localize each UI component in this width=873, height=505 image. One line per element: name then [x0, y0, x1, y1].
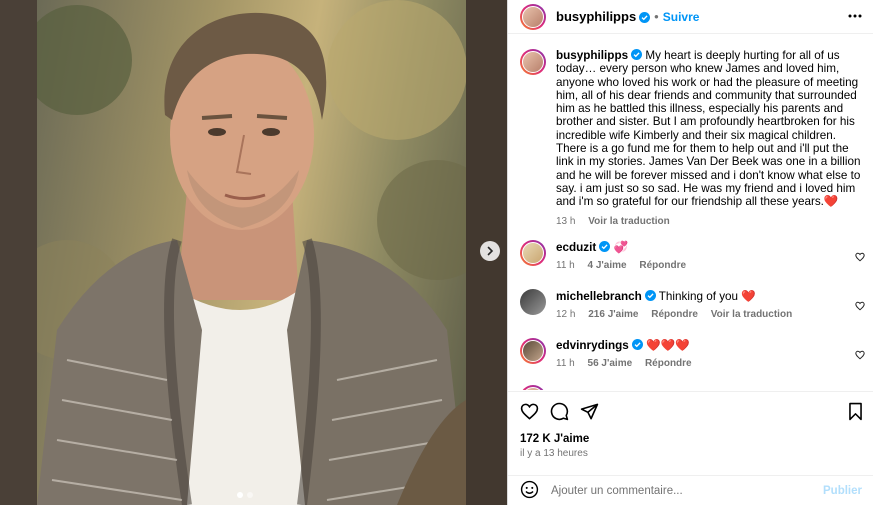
post-side-panel: busyphilipps • Suivre busyphilipps My he…: [507, 0, 873, 505]
post-timestamp: il y a 13 heures: [520, 448, 588, 459]
chevron-right-icon: [485, 244, 495, 259]
carousel-dot-active: [237, 492, 243, 498]
comments-scroll-area[interactable]: busyphilipps My heart is deeply hurting …: [508, 35, 873, 390]
comment-bubble-icon[interactable]: [550, 402, 569, 424]
comment-age: 11 h: [556, 260, 575, 271]
share-send-icon[interactable]: [580, 402, 599, 424]
comment-text: ❤️❤️❤️: [646, 339, 690, 352]
post-media: [0, 0, 507, 505]
reply-button[interactable]: Répondre: [651, 309, 698, 320]
verified-badge-icon: [631, 49, 643, 60]
carousel-next-button[interactable]: [480, 241, 500, 261]
commenter-avatar[interactable]: [520, 338, 546, 364]
caption-author-avatar[interactable]: [520, 49, 546, 75]
comment-age: 12 h: [556, 309, 576, 320]
carousel-indicator: [237, 492, 253, 498]
post-actions: 172 K J'aime il y a 13 heures Publier: [508, 391, 873, 505]
comment-translate-button[interactable]: Voir la traduction: [711, 309, 793, 320]
caption-author-username[interactable]: busyphilipps: [556, 49, 628, 62]
comment-item-partial: [520, 385, 865, 390]
like-comment-heart-icon[interactable]: [855, 250, 865, 265]
publish-button[interactable]: Publier: [823, 485, 862, 497]
carousel-dot: [247, 492, 253, 498]
media-backdrop-left: [0, 0, 37, 505]
header-separator: •: [654, 9, 659, 24]
commenter-username[interactable]: edvinrydings: [556, 339, 629, 352]
comment-text: 💞: [613, 241, 629, 254]
emoji-icon[interactable]: [520, 480, 539, 502]
caption-translate-button[interactable]: Voir la traduction: [588, 216, 670, 227]
comment-likes[interactable]: 216 J'aime: [588, 309, 638, 320]
commenter-username[interactable]: ecduzit: [556, 241, 596, 254]
commenter-avatar[interactable]: [520, 240, 546, 266]
comment-likes[interactable]: 4 J'aime: [588, 260, 627, 271]
comment-item: michellebranch Thinking of you ❤️ 12 h 2…: [520, 289, 865, 320]
comment-likes[interactable]: 56 J'aime: [588, 358, 633, 369]
follow-button[interactable]: Suivre: [663, 10, 700, 24]
verified-badge-icon: [639, 11, 651, 23]
bookmark-icon[interactable]: [847, 402, 864, 424]
author-username[interactable]: busyphilipps: [556, 9, 636, 24]
post-header: busyphilipps • Suivre: [508, 0, 873, 34]
caption-meta: 13 h Voir la traduction: [556, 215, 861, 228]
verified-badge-icon: [599, 241, 611, 252]
commenter-avatar[interactable]: [520, 385, 546, 390]
portrait-illustration: [37, 0, 466, 505]
instagram-post-modal: busyphilipps • Suivre busyphilipps My he…: [0, 0, 873, 505]
reply-button[interactable]: Répondre: [639, 260, 686, 271]
likes-count[interactable]: 172 K J'aime: [520, 433, 589, 445]
caption-age: 13 h: [556, 215, 576, 227]
verified-badge-icon: [631, 339, 643, 350]
post-caption: busyphilipps My heart is deeply hurting …: [520, 49, 865, 228]
commenter-avatar[interactable]: [520, 289, 546, 315]
caption-text: My heart is deeply hurting for all of us…: [556, 49, 861, 209]
like-comment-heart-icon[interactable]: [855, 348, 865, 363]
like-heart-icon[interactable]: [520, 402, 539, 424]
comment-item: ecduzit 💞 11 h 4 J'aime Répondre: [520, 240, 865, 271]
comment-item: edvinrydings ❤️❤️❤️ 11 h 56 J'aime Répon…: [520, 338, 865, 369]
comment-age: 11 h: [556, 358, 575, 369]
post-photo[interactable]: [37, 0, 466, 505]
commenter-username[interactable]: michellebranch: [556, 290, 642, 303]
comment-input[interactable]: [551, 485, 801, 497]
like-comment-heart-icon[interactable]: [855, 299, 865, 314]
reply-button[interactable]: Répondre: [645, 358, 692, 369]
comment-composer: Publier: [508, 475, 873, 505]
more-options-icon[interactable]: [848, 9, 862, 26]
comment-text: Thinking of you ❤️: [658, 290, 756, 303]
verified-badge-icon: [644, 290, 656, 301]
author-avatar[interactable]: [520, 3, 546, 30]
